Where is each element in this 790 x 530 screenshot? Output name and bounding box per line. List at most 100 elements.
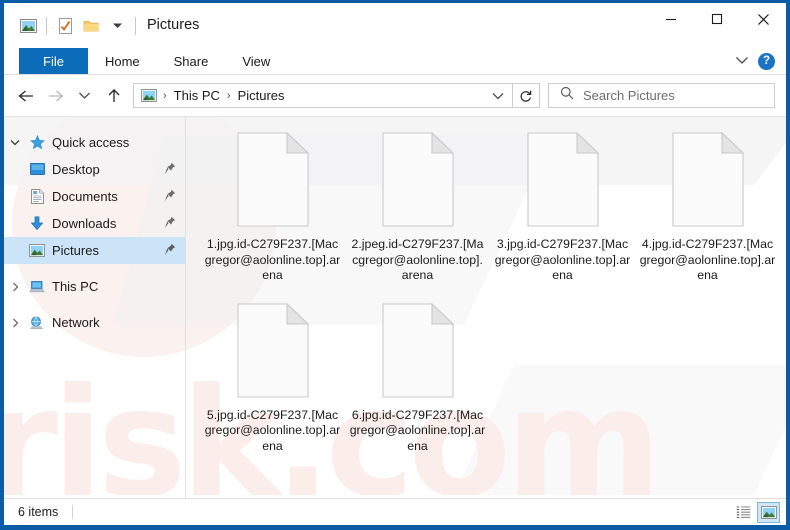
recent-locations-button[interactable] xyxy=(70,81,99,111)
file-name: 6.jpg.id-C279F237.[Macgregor@aolonline.t… xyxy=(349,407,486,453)
sidebar-item-label-network: Network xyxy=(52,315,100,330)
desktop-icon xyxy=(26,163,48,176)
properties-icon[interactable] xyxy=(52,13,78,39)
toolbar-divider xyxy=(46,16,47,35)
file-item[interactable]: 3.jpg.id-C279F237.[Macgregor@aolonline.t… xyxy=(490,126,635,294)
sidebar-item-label-desktop: Desktop xyxy=(52,162,100,177)
blank-file-icon xyxy=(525,132,601,230)
file-name: 3.jpg.id-C279F237.[Macgregor@aolonline.t… xyxy=(494,237,631,283)
sidebar-item-desktop[interactable]: Desktop xyxy=(4,156,185,183)
documents-icon xyxy=(26,189,48,204)
breadcrumb-separator-0[interactable]: › xyxy=(159,90,171,102)
sidebar-gap-1 xyxy=(4,264,185,273)
search-input[interactable]: Search Pictures xyxy=(583,88,675,103)
sidebar-item-documents[interactable]: Documents xyxy=(4,183,185,210)
minimize-button[interactable] xyxy=(648,3,694,35)
forward-button[interactable] xyxy=(41,81,70,111)
tab-share[interactable]: Share xyxy=(157,48,226,74)
file-name: 4.jpg.id-C279F237.[Macgregor@aolonline.t… xyxy=(639,237,776,283)
pictures-icon[interactable] xyxy=(15,13,41,39)
blank-file-icon xyxy=(235,132,311,230)
file-item[interactable]: 5.jpg.id-C279F237.[Macgregor@aolonline.t… xyxy=(200,297,345,465)
tab-home[interactable]: Home xyxy=(88,48,157,74)
star-icon xyxy=(26,135,48,150)
help-icon[interactable]: ? xyxy=(758,52,775,70)
refresh-button[interactable] xyxy=(513,83,540,108)
sidebar-item-label-documents: Documents xyxy=(52,189,118,204)
blank-file-icon xyxy=(670,132,746,230)
network-icon xyxy=(26,316,48,330)
tab-view[interactable]: View xyxy=(225,48,287,74)
chevron-right-icon[interactable] xyxy=(4,318,26,328)
file-item[interactable]: 4.jpg.id-C279F237.[Macgregor@aolonline.t… xyxy=(635,126,780,294)
sidebar-item-pictures[interactable]: Pictures xyxy=(4,237,185,264)
sidebar-group-label-quick-access: Quick access xyxy=(52,135,130,150)
breadcrumb-dropdown-icon[interactable] xyxy=(487,84,509,107)
chevron-down-icon[interactable] xyxy=(4,139,26,146)
search-icon xyxy=(560,86,574,105)
file-name: 2.jpeg.id-C279F237.[Macgregor@aolonline.… xyxy=(351,237,484,283)
item-count-label: 6 items xyxy=(18,505,59,519)
ribbon-controls: ? xyxy=(735,48,786,74)
sidebar-item-label-downloads: Downloads xyxy=(52,216,117,231)
sidebar-item-downloads[interactable]: Downloads xyxy=(4,210,185,237)
file-grid: 1.jpg.id-C279F237.[Macgregor@aolonline.t… xyxy=(200,126,786,468)
pin-icon[interactable] xyxy=(164,189,176,205)
window-inner: risk.com Pictures File Home Share View ?… xyxy=(4,3,786,525)
file-item[interactable]: 1.jpg.id-C279F237.[Macgregor@aolonline.t… xyxy=(200,126,345,294)
pictures-icon xyxy=(26,244,48,257)
file-name: 1.jpg.id-C279F237.[Macgregor@aolonline.t… xyxy=(204,237,341,283)
new-folder-icon[interactable] xyxy=(78,13,104,39)
pin-icon[interactable] xyxy=(164,162,176,178)
sidebar-item-this-pc[interactable]: This PC xyxy=(4,273,185,300)
sidebar-group-quick-access[interactable]: Quick access xyxy=(4,129,185,156)
breadcrumb-pictures-icon[interactable] xyxy=(141,89,157,102)
close-button[interactable] xyxy=(740,3,786,35)
downloads-icon xyxy=(26,216,48,231)
breadcrumb[interactable]: › This PC › Pictures xyxy=(133,83,513,108)
sidebar-item-network[interactable]: Network xyxy=(4,309,185,336)
quick-access-toolbar: Pictures xyxy=(4,3,199,48)
view-toggle-group xyxy=(732,501,780,523)
ribbon-tab-row: File Home Share View ? xyxy=(4,48,786,75)
tab-share-label: Share xyxy=(173,53,209,69)
chevron-right-icon[interactable] xyxy=(4,282,26,292)
file-name: 5.jpg.id-C279F237.[Macgregor@aolonline.t… xyxy=(204,407,341,453)
pin-icon[interactable] xyxy=(164,216,176,232)
maximize-button[interactable] xyxy=(694,3,740,35)
breadcrumb-item-pictures[interactable]: Pictures xyxy=(235,88,288,103)
explorer-body: Quick access Desktop Documents Downloads… xyxy=(4,116,786,498)
sidebar-item-label-this-pc: This PC xyxy=(52,279,99,294)
window-title: Pictures xyxy=(147,17,200,33)
search-box[interactable]: Search Pictures xyxy=(548,83,775,108)
explorer-window: risk.com Pictures File Home Share View ?… xyxy=(0,0,790,530)
customize-dropdown-icon[interactable] xyxy=(104,13,130,39)
up-button[interactable] xyxy=(99,81,128,111)
blank-file-icon xyxy=(380,302,456,401)
title-bar: Pictures xyxy=(4,3,786,48)
status-bar: 6 items xyxy=(4,498,786,525)
tab-home-label: Home xyxy=(104,53,140,69)
sidebar-gap-2 xyxy=(4,300,185,309)
details-view-button[interactable] xyxy=(732,502,755,523)
breadcrumb-separator-1[interactable]: › xyxy=(223,90,235,102)
pin-icon[interactable] xyxy=(164,243,176,259)
file-list-view[interactable]: 1.jpg.id-C279F237.[Macgregor@aolonline.t… xyxy=(186,117,786,498)
blank-file-icon xyxy=(235,302,311,401)
file-item[interactable]: 6.jpg.id-C279F237.[Macgregor@aolonline.t… xyxy=(345,297,490,465)
tab-file-label: File xyxy=(43,53,64,69)
tab-view-label: View xyxy=(242,53,271,69)
address-bar: › This PC › Pictures Search Pictures xyxy=(4,75,786,116)
breadcrumb-item-this-pc[interactable]: This PC xyxy=(171,88,223,103)
chevron-down-icon[interactable] xyxy=(735,52,749,70)
file-item[interactable]: 2.jpeg.id-C279F237.[Macgregor@aolonline.… xyxy=(345,126,490,294)
computer-icon xyxy=(26,280,48,294)
back-button[interactable] xyxy=(12,81,41,111)
navigation-pane: Quick access Desktop Documents Downloads… xyxy=(4,117,186,498)
toolbar-divider-2 xyxy=(135,16,136,35)
blank-file-icon xyxy=(380,132,456,230)
sidebar-item-label-pictures: Pictures xyxy=(52,243,99,258)
tab-file[interactable]: File xyxy=(19,48,88,74)
status-divider xyxy=(72,505,74,519)
large-icons-view-button[interactable] xyxy=(757,501,780,523)
